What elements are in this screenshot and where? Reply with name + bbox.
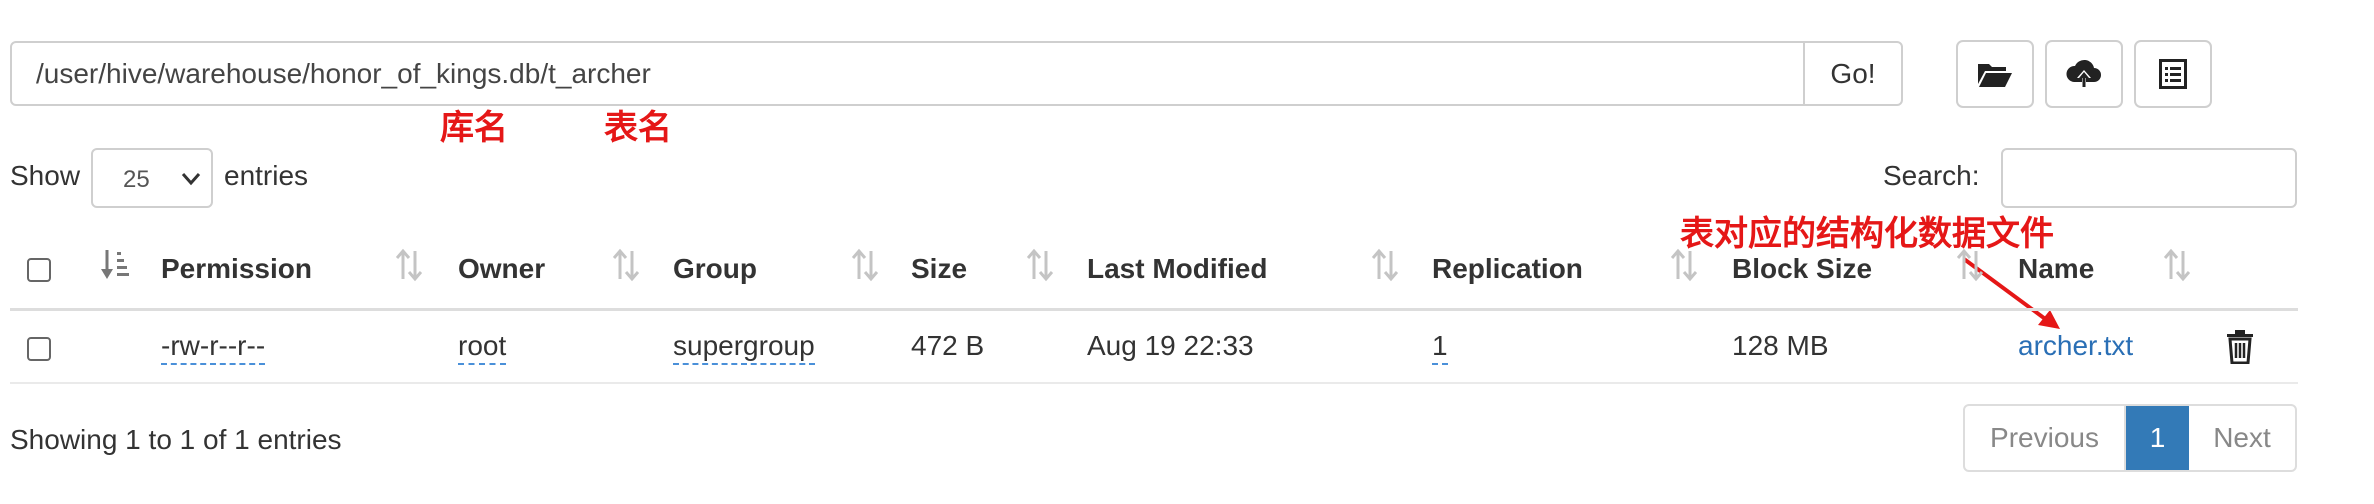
header-block-size[interactable]: Block Size <box>1732 253 1872 285</box>
sort-icon[interactable] <box>1372 248 1398 282</box>
permission-value[interactable]: -rw-r--r-- <box>161 330 266 365</box>
cell-group[interactable]: supergroup <box>673 330 815 365</box>
entries-value: 25 <box>123 166 150 193</box>
row-checkbox[interactable] <box>27 337 51 361</box>
file-name-link[interactable]: archer.txt <box>2018 330 2133 362</box>
entries-select[interactable]: 25 <box>91 148 213 208</box>
path-input[interactable] <box>12 43 1803 104</box>
sort-icon[interactable] <box>852 248 878 282</box>
db-name-annotation: 库名 <box>440 108 508 148</box>
go-button[interactable]: Go! <box>1803 43 1901 104</box>
chevron-down-icon <box>181 173 201 186</box>
list-icon <box>2159 59 2187 89</box>
page-1-button[interactable]: 1 <box>2126 406 2189 470</box>
next-button[interactable]: Next <box>2189 406 2295 470</box>
entries-label: entries <box>224 160 309 191</box>
pagination: Previous 1 Next <box>1963 404 2297 472</box>
header-divider <box>10 308 2298 311</box>
select-all-checkbox[interactable] <box>27 258 51 282</box>
show-label: Show <box>10 160 81 191</box>
table-info: Showing 1 to 1 of 1 entries <box>10 424 342 455</box>
path-bar: Go! <box>10 41 1903 106</box>
cell-block-size: 128 MB <box>1732 330 1829 361</box>
header-last-modified[interactable]: Last Modified <box>1087 253 1267 285</box>
replication-value[interactable]: 1 <box>1432 330 1448 365</box>
trash-icon[interactable] <box>2226 330 2254 364</box>
cell-size: 472 B <box>911 330 985 361</box>
row-divider <box>10 382 2298 384</box>
owner-value[interactable]: root <box>458 330 507 365</box>
list-view-button[interactable] <box>2134 40 2212 108</box>
group-value[interactable]: supergroup <box>673 330 815 365</box>
sort-icon[interactable] <box>1671 248 1697 282</box>
cloud-upload-icon <box>2066 59 2101 88</box>
header-size[interactable]: Size <box>911 253 967 285</box>
cell-replication[interactable]: 1 <box>1432 330 1448 365</box>
folder-open-icon <box>1978 64 2012 87</box>
sort-desc-icon[interactable] <box>100 248 130 282</box>
search-input[interactable] <box>2001 148 2297 208</box>
cell-permission[interactable]: -rw-r--r-- <box>161 330 266 365</box>
table-name-annotation: 表名 <box>604 108 672 148</box>
previous-button[interactable]: Previous <box>1965 406 2126 470</box>
file-annotation: 表对应的结构化数据文件 <box>1680 214 2054 254</box>
sort-icon[interactable] <box>1027 248 1053 282</box>
sort-icon[interactable] <box>2164 248 2190 282</box>
header-owner[interactable]: Owner <box>458 253 545 285</box>
sort-icon[interactable] <box>396 248 422 282</box>
header-group[interactable]: Group <box>673 253 757 285</box>
cell-last-modified: Aug 19 22:33 <box>1087 330 1254 361</box>
sort-icon[interactable] <box>1957 248 1983 282</box>
cell-owner[interactable]: root <box>458 330 507 365</box>
header-permission[interactable]: Permission <box>161 253 312 285</box>
header-replication[interactable]: Replication <box>1432 253 1583 285</box>
search-label: Search: <box>1883 160 1980 191</box>
open-folder-button[interactable] <box>1956 40 2034 108</box>
upload-button[interactable] <box>2045 40 2123 108</box>
header-name[interactable]: Name <box>2018 253 2094 285</box>
sort-icon[interactable] <box>613 248 639 282</box>
